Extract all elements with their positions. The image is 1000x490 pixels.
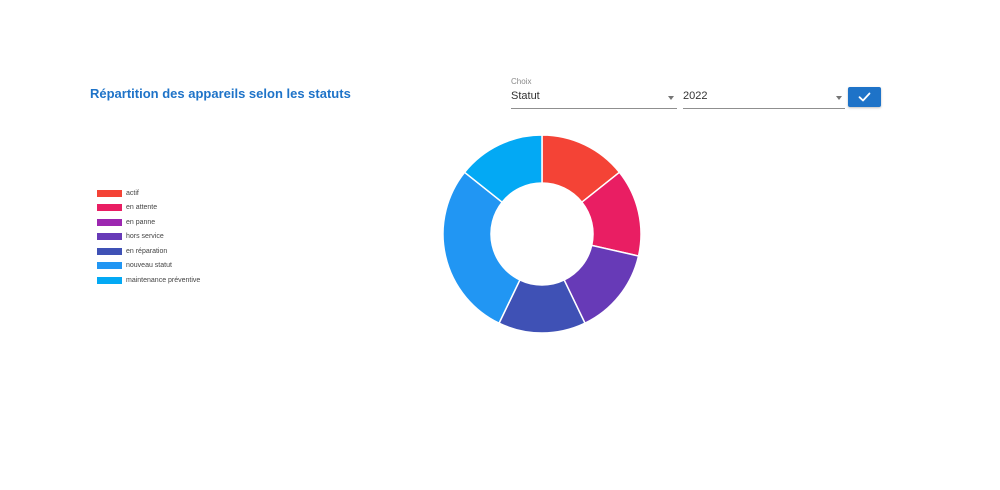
legend-label: maintenance préventive [126, 276, 201, 284]
legend-label: hors service [126, 233, 164, 241]
page: Répartition des appareils selon les stat… [0, 0, 1000, 490]
legend-item[interactable]: en attente [97, 201, 200, 216]
legend-swatch [97, 204, 122, 212]
legend-swatch [97, 233, 122, 241]
confirm-button[interactable] [848, 87, 881, 107]
donut-chart [442, 134, 642, 334]
legend-swatch [97, 262, 122, 270]
legend-item[interactable]: en panne [97, 215, 200, 230]
legend-swatch [97, 247, 122, 255]
chevron-down-icon [668, 96, 674, 100]
legend-label: en attente [126, 204, 158, 212]
legend-swatch [97, 218, 122, 226]
legend-label: nouveau statut [126, 262, 172, 270]
legend-label: en réparation [126, 247, 168, 255]
legend-item[interactable]: nouveau statut [97, 259, 200, 274]
chevron-down-icon [836, 96, 842, 100]
choice-select-value: Statut [511, 90, 540, 102]
choice-label: Choix [511, 77, 532, 86]
page-title: Répartition des appareils selon les stat… [90, 86, 351, 101]
legend-swatch [97, 276, 122, 284]
check-icon [858, 92, 871, 102]
year-select[interactable]: 2022 [683, 86, 845, 109]
chart-legend: actif en attente en panne hors service en ré… [97, 186, 200, 288]
year-select-value: 2022 [683, 90, 708, 102]
legend-item[interactable]: maintenance préventive [97, 273, 200, 288]
legend-item[interactable]: actif [97, 186, 200, 201]
choice-select[interactable]: Statut [511, 86, 677, 109]
legend-swatch [97, 189, 122, 197]
legend-item[interactable]: en réparation [97, 244, 200, 259]
legend-label: actif [126, 189, 139, 197]
legend-item[interactable]: hors service [97, 230, 200, 245]
legend-label: en panne [126, 218, 156, 226]
